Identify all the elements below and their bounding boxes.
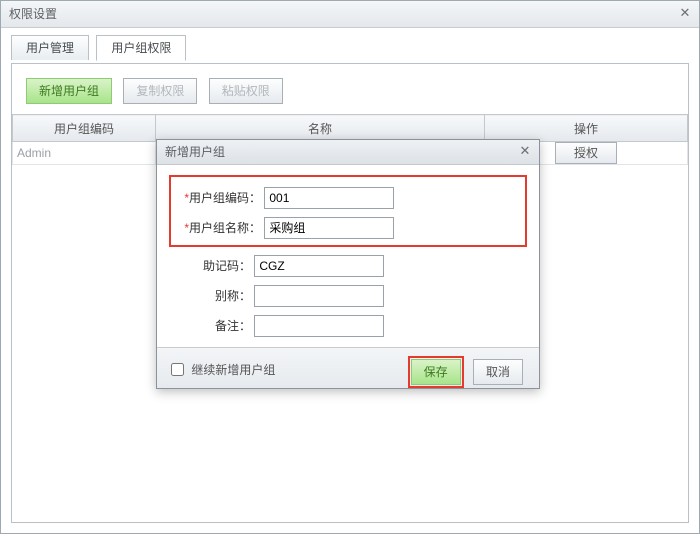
window-titlebar: 权限设置 ✕ (1, 1, 699, 28)
tab-usergroup-perm[interactable]: 用户组权限 (96, 35, 186, 61)
paste-permission-button[interactable]: 粘贴权限 (209, 78, 283, 104)
continue-add-checkbox-wrap[interactable]: 继续新增用户组 (167, 360, 275, 379)
continue-add-label: 继续新增用户组 (191, 363, 275, 377)
col-header-op: 操作 (485, 115, 688, 142)
copy-permission-button[interactable]: 复制权限 (123, 78, 197, 104)
col-header-code: 用户组编码 (13, 115, 156, 142)
cell-code: Admin (13, 142, 156, 165)
dialog-titlebar: 新增用户组 ✕ (157, 140, 539, 165)
label-usergroup-name: *用户组名称： (179, 213, 261, 243)
window-title: 权限设置 (9, 7, 57, 21)
row-usergroup-name: *用户组名称： (179, 213, 517, 243)
input-mnemonic[interactable] (254, 255, 384, 277)
tab-user-manage[interactable]: 用户管理 (11, 35, 89, 60)
label-usergroup-code: *用户组编码： (179, 183, 261, 213)
continue-add-checkbox[interactable] (171, 363, 184, 376)
label-mnemonic: 助记码： (169, 251, 251, 281)
tab-strip: 用户管理 用户组权限 (1, 28, 699, 64)
col-header-name: 名称 (156, 115, 485, 142)
dialog-footer: 继续新增用户组 保存 取消 (157, 347, 539, 388)
row-remark: 备注： (169, 311, 527, 341)
window-close-icon[interactable]: ✕ (677, 5, 693, 21)
input-usergroup-code[interactable] (264, 187, 394, 209)
input-alias[interactable] (254, 285, 384, 307)
dialog-body: *用户组编码： *用户组名称： 助记码： 别称： 备注： (157, 165, 539, 347)
row-usergroup-code: *用户组编码： (179, 183, 517, 213)
add-usergroup-dialog: 新增用户组 ✕ *用户组编码： *用户组名称： 助记码： 别称： (156, 139, 540, 389)
input-usergroup-name[interactable] (264, 217, 394, 239)
dialog-title: 新增用户组 (165, 145, 225, 159)
toolbar: 新增用户组 复制权限 粘贴权限 (12, 64, 688, 114)
add-usergroup-button[interactable]: 新增用户组 (26, 78, 112, 104)
input-remark[interactable] (254, 315, 384, 337)
label-remark: 备注： (169, 311, 251, 341)
row-mnemonic: 助记码： (169, 251, 527, 281)
authorize-button[interactable]: 授权 (555, 142, 617, 164)
save-button-highlight: 保存 (408, 356, 464, 388)
row-alias: 别称： (169, 281, 527, 311)
app-window: 权限设置 ✕ 用户管理 用户组权限 新增用户组 复制权限 粘贴权限 用户组编码 … (0, 0, 700, 534)
save-button[interactable]: 保存 (411, 359, 461, 385)
footer-buttons: 保存 取消 (408, 356, 529, 388)
dialog-close-icon[interactable]: ✕ (517, 143, 533, 159)
cancel-button[interactable]: 取消 (473, 359, 523, 385)
required-fields-highlight: *用户组编码： *用户组名称： (169, 175, 527, 247)
label-alias: 别称： (169, 281, 251, 311)
